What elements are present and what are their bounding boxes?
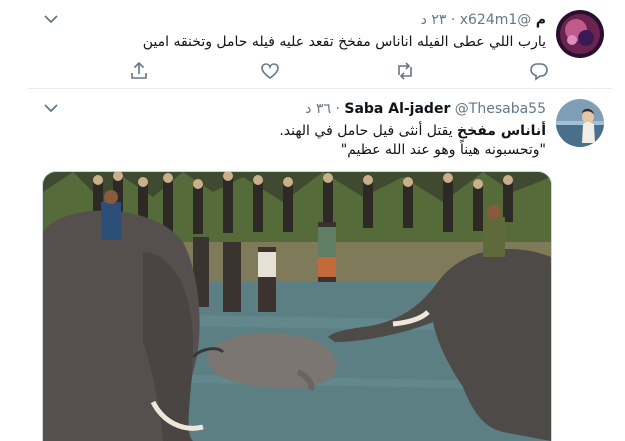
- tweet-text-line-1: أناناس مفخخ يقتل أنثى فيل حامل في الهند.: [279, 122, 546, 141]
- tweet-1[interactable]: م @x624m1 · ٢٣ د يارب اللي عطى الفيله ان…: [28, 0, 612, 89]
- display-name[interactable]: Saba Al-jader: [344, 101, 450, 117]
- timestamp[interactable]: ٣٦ د: [305, 101, 331, 117]
- avatar[interactable]: [556, 10, 604, 58]
- chevron-down-icon[interactable]: [42, 10, 60, 28]
- tweet-header: Saba Al-jader @Thesaba55 · ٣٦ د: [305, 100, 546, 118]
- handle[interactable]: @Thesaba55: [455, 101, 546, 117]
- tweet-actions: [128, 60, 558, 82]
- retweet-icon[interactable]: [394, 60, 416, 82]
- tweet-header: م @x624m1 · ٢٣ د: [421, 11, 546, 29]
- text-rest: يقتل أنثى فيل حامل في الهند.: [279, 123, 458, 139]
- like-icon[interactable]: [259, 60, 281, 82]
- reply-icon[interactable]: [528, 60, 550, 82]
- avatar[interactable]: [556, 99, 604, 147]
- elephant-photo: [43, 172, 551, 441]
- display-name[interactable]: م: [536, 12, 546, 28]
- separator: ·: [335, 101, 340, 117]
- separator: ·: [450, 12, 456, 28]
- timestamp[interactable]: ٢٣ د: [421, 12, 447, 28]
- share-icon[interactable]: [128, 60, 150, 82]
- tweet-2[interactable]: Saba Al-jader @Thesaba55 · ٣٦ د أناناس م…: [28, 89, 612, 441]
- hashtag-phrase: أناناس مفخخ: [457, 123, 546, 139]
- chevron-down-icon[interactable]: [42, 99, 60, 117]
- tweet-text: يارب اللي عطى الفيله اناناس مفخخ تقعد عل…: [142, 34, 546, 50]
- handle[interactable]: @x624m1: [460, 12, 532, 28]
- tweet-photo[interactable]: [42, 171, 552, 441]
- tweet-text: أناناس مفخخ يقتل أنثى فيل حامل في الهند.…: [279, 122, 546, 160]
- tweet-text-line-2: "وتحسبونه هيناً وهو عند الله عظيم": [340, 142, 546, 158]
